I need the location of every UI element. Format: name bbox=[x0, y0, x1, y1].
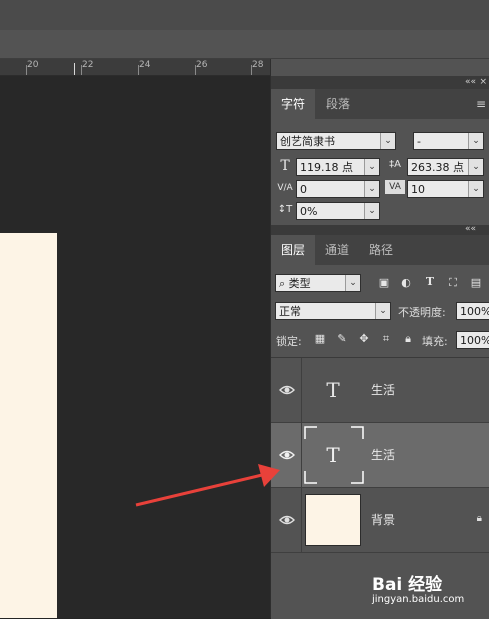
panel-dock-header: «« × bbox=[271, 76, 489, 89]
font-size-icon: T bbox=[280, 158, 290, 174]
options-bar bbox=[0, 0, 489, 31]
font-family-select[interactable]: 创艺简隶书 ⌄ bbox=[276, 132, 396, 150]
lock-label: 锁定: bbox=[276, 335, 302, 348]
chevron-down-icon: ⌄ bbox=[468, 159, 483, 175]
lock-paint-icon[interactable]: ✎ bbox=[335, 332, 349, 346]
collapse-icon[interactable]: «« bbox=[465, 224, 476, 234]
blend-mode-select[interactable]: 正常 ⌄ bbox=[275, 302, 391, 320]
font-family-value: 创艺简隶书 bbox=[280, 135, 335, 148]
layer-name[interactable]: 背景 bbox=[371, 488, 395, 552]
vertical-scale-field[interactable]: 0% ⌄ bbox=[296, 202, 380, 220]
document-tab-bar bbox=[0, 30, 489, 59]
font-size-value: 119.18 点 bbox=[300, 161, 353, 174]
tab-paths[interactable]: 路径 bbox=[359, 235, 403, 265]
shape-filter-icon[interactable]: ⛶ bbox=[446, 276, 460, 290]
watermark-url: jingyan.baidu.com bbox=[372, 594, 465, 605]
baidu-watermark: Bai 经验 jingyan.baidu.com bbox=[372, 568, 487, 616]
layer-name[interactable]: 生活 bbox=[371, 423, 395, 487]
fill-field[interactable]: 100% bbox=[456, 331, 489, 349]
ruler-label: 22 bbox=[82, 60, 94, 70]
ruler-label: 28 bbox=[252, 60, 264, 70]
font-size-field[interactable]: 119.18 点 ⌄ bbox=[296, 158, 380, 176]
vertical-scale-value: 0% bbox=[300, 205, 318, 218]
annotation-arrow bbox=[135, 464, 280, 507]
leading-value: 263.38 点 bbox=[411, 161, 464, 174]
tab-paragraph[interactable]: 段落 bbox=[315, 89, 361, 119]
watermark-logo: Bai 经验 bbox=[372, 575, 443, 595]
visibility-toggle[interactable] bbox=[271, 358, 302, 422]
search-icon: ⌕ bbox=[279, 277, 286, 290]
tab-channels[interactable]: 通道 bbox=[315, 235, 359, 265]
layer-row[interactable]: T 生活 bbox=[271, 358, 489, 423]
lock-artboard-icon[interactable]: ⌗ bbox=[379, 332, 393, 346]
artboard[interactable] bbox=[0, 233, 57, 618]
font-style-value: - bbox=[417, 135, 421, 148]
adjustment-filter-icon[interactable]: ◐ bbox=[399, 276, 413, 290]
right-panel: «« × 字符 段落 ≡ 创艺简隶书 ⌄ - ⌄ T 119.18 点 ⌄ ‡A… bbox=[270, 59, 489, 619]
leading-field[interactable]: 263.38 点 ⌄ bbox=[407, 158, 484, 176]
layer-name[interactable]: 生活 bbox=[371, 358, 395, 422]
layer-row-selected[interactable]: T 生活 bbox=[271, 423, 489, 488]
opacity-value: 100% bbox=[460, 305, 489, 318]
chevron-down-icon: ⌄ bbox=[364, 203, 379, 219]
chevron-down-icon: ⌄ bbox=[345, 275, 360, 291]
type-filter-icon[interactable]: T bbox=[423, 275, 437, 289]
fill-value: 100% bbox=[460, 334, 489, 347]
kerning-icon: V/A bbox=[277, 183, 293, 193]
lock-transparent-icon[interactable]: ▦ bbox=[313, 332, 327, 346]
chevron-down-icon: ⌄ bbox=[468, 181, 483, 197]
fill-label: 填充: bbox=[422, 335, 448, 348]
font-style-select[interactable]: - ⌄ bbox=[413, 132, 484, 150]
horizontal-ruler: 20 22 24 26 28 bbox=[0, 59, 270, 76]
background-layer-thumb bbox=[305, 494, 361, 546]
tab-character[interactable]: 字符 bbox=[271, 89, 315, 119]
tracking-field[interactable]: 10 ⌄ bbox=[407, 180, 484, 198]
eye-icon bbox=[279, 385, 295, 395]
character-panel-tabs: 字符 段落 ≡ bbox=[271, 89, 489, 119]
chevron-down-icon: ⌄ bbox=[364, 181, 379, 197]
filter-kind-value: 类型 bbox=[288, 277, 311, 290]
collapse-icon[interactable]: «« bbox=[465, 76, 476, 89]
chevron-down-icon: ⌄ bbox=[375, 303, 390, 319]
opacity-label: 不透明度: bbox=[398, 306, 446, 319]
tracking-value: 10 bbox=[411, 183, 425, 196]
smart-object-filter-icon[interactable]: ▤ bbox=[469, 276, 483, 290]
image-filter-icon[interactable]: ▣ bbox=[377, 276, 391, 290]
panel-menu-icon[interactable]: ≡ bbox=[476, 97, 486, 111]
ruler-label: 24 bbox=[139, 60, 151, 70]
close-icon[interactable]: × bbox=[479, 76, 487, 89]
chevron-down-icon: ⌄ bbox=[380, 133, 395, 149]
chevron-down-icon: ⌄ bbox=[364, 159, 379, 175]
opacity-field[interactable]: 100% bbox=[456, 302, 489, 320]
kerning-field[interactable]: 0 ⌄ bbox=[296, 180, 380, 198]
ruler-label: 20 bbox=[27, 60, 39, 70]
lock-move-icon[interactable]: ✥ bbox=[357, 332, 371, 346]
tab-layers[interactable]: 图层 bbox=[271, 235, 315, 265]
lock-icon: 🔒︎ bbox=[476, 513, 482, 524]
lock-all-icon[interactable]: 🔒︎ bbox=[401, 332, 415, 346]
leading-icon: ‡A bbox=[389, 159, 401, 170]
text-layer-thumb-icon: T bbox=[326, 378, 340, 402]
layer-filter-select[interactable]: ⌕ 类型 ⌄ bbox=[275, 274, 361, 292]
tracking-icon: VA bbox=[385, 180, 405, 194]
ruler-cursor-marker bbox=[74, 63, 75, 75]
ruler-label: 26 bbox=[196, 60, 208, 70]
panel-separator: «« bbox=[271, 224, 489, 235]
kerning-value: 0 bbox=[300, 183, 307, 196]
blend-mode-value: 正常 bbox=[279, 305, 301, 318]
vertical-scale-icon: ↕T bbox=[277, 204, 293, 215]
selection-corners bbox=[304, 426, 364, 484]
layer-row[interactable]: 背景 🔒︎ bbox=[271, 488, 489, 553]
chevron-down-icon: ⌄ bbox=[468, 133, 483, 149]
layers-panel-tabs: 图层 通道 路径 bbox=[271, 235, 489, 265]
